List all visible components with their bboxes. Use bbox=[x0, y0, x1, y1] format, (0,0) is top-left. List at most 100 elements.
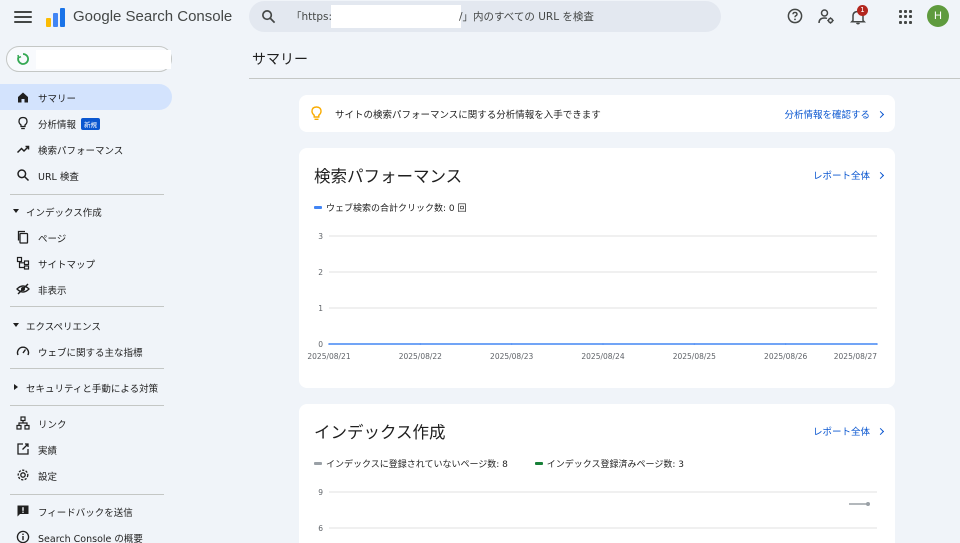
data-point bbox=[419, 343, 422, 345]
indexing-legend: インデックスに登録されていないページ数: 8 インデックス登録済みページ数: 3 bbox=[314, 457, 708, 470]
legend-swatch bbox=[314, 206, 322, 209]
legend-item[interactable]: インデックスに登録されていないページ数: 8 bbox=[314, 457, 508, 470]
legend-item[interactable]: インデックス登録済みページ数: 3 bbox=[534, 457, 684, 470]
sidebar-item-performance[interactable]: 検索パフォーマンス bbox=[0, 136, 172, 162]
sidebar-item-url-inspection[interactable]: URL 検査 bbox=[0, 162, 172, 188]
feedback-icon bbox=[17, 505, 29, 517]
sidebar-item-label: ページ bbox=[38, 234, 67, 245]
section-security[interactable]: セキュリティと手動による対策 bbox=[0, 376, 172, 398]
app-title[interactable]: Google Search Console bbox=[73, 8, 232, 25]
x-tick-label: 2025/08/23 bbox=[490, 352, 533, 361]
sidebar: サマリー 分析情報 新規 検索パフォーマンス URL 検査 インデックス作成 ペー… bbox=[0, 40, 180, 543]
data-point bbox=[602, 343, 604, 345]
sidebar-item-insights[interactable]: 分析情報 新規 bbox=[0, 110, 172, 136]
section-label: セキュリティと手動による対策 bbox=[26, 384, 159, 395]
sidebar-item-removals[interactable]: 非表示 bbox=[0, 276, 172, 302]
sidebar-item-about[interactable]: Search Console の概要 bbox=[0, 524, 172, 543]
sidebar-item-label: 検索パフォーマンス bbox=[38, 146, 124, 157]
caret-right-icon bbox=[14, 384, 18, 390]
lightbulb-icon bbox=[311, 106, 322, 121]
performance-card-title: 検索パフォーマンス bbox=[314, 167, 463, 186]
view-insights-link-label: 分析情報を確認する bbox=[784, 110, 870, 121]
menu-icon[interactable] bbox=[14, 8, 32, 26]
sidebar-item-label: URL 検査 bbox=[38, 172, 79, 183]
sidebar-item-label: サマリー bbox=[38, 94, 77, 105]
sidebar-item-label: Search Console の概要 bbox=[38, 534, 143, 543]
new-badge: 新規 bbox=[81, 118, 101, 130]
sidebar-item-links[interactable]: リンク bbox=[0, 410, 172, 436]
speed-icon bbox=[16, 346, 30, 356]
page-title: サマリー bbox=[252, 52, 308, 68]
redacted-property-name bbox=[36, 50, 171, 69]
search-console-logo[interactable] bbox=[44, 6, 68, 28]
x-tick-label: 2025/08/21 bbox=[307, 352, 350, 361]
indexing-card: インデックス作成 レポート全体 インデックスに登録されていないページ数: 8 イ… bbox=[299, 404, 895, 543]
sidebar-item-core-web-vitals[interactable]: ウェブに関する主な指標 bbox=[0, 338, 172, 364]
manage-accounts-icon[interactable] bbox=[818, 8, 835, 25]
sidebar-item-sitemaps[interactable]: サイトマップ bbox=[0, 250, 172, 276]
avatar[interactable]: H bbox=[927, 5, 949, 27]
section-indexing[interactable]: インデックス作成 bbox=[0, 200, 172, 222]
title-divider bbox=[249, 78, 960, 79]
sidebar-item-label: 実績 bbox=[38, 446, 58, 457]
legend-item[interactable]: ウェブ検索の合計クリック数: 0 回 bbox=[314, 201, 466, 214]
info-icon bbox=[16, 530, 30, 543]
view-insights-link[interactable]: 分析情報を確認する bbox=[784, 107, 885, 121]
x-tick-label: 2025/08/24 bbox=[581, 352, 624, 361]
chevron-right-icon bbox=[876, 427, 885, 436]
achievements-icon bbox=[17, 443, 29, 455]
section-label: インデックス作成 bbox=[26, 208, 102, 219]
sidebar-item-label-wrap: 分析情報 新規 bbox=[38, 117, 101, 131]
sidebar-item-summary[interactable]: サマリー bbox=[0, 84, 172, 110]
x-tick-label: 2025/08/22 bbox=[399, 352, 442, 361]
full-report-link-label: レポート全体 bbox=[812, 171, 870, 182]
indexing-chart: 69 bbox=[318, 488, 877, 533]
sidebar-item-label: リンク bbox=[38, 420, 67, 431]
sitemap-icon bbox=[16, 256, 30, 270]
y-tick-label: 2 bbox=[318, 268, 323, 277]
search-icon[interactable] bbox=[261, 9, 276, 24]
sidebar-item-achievements[interactable]: 実績 bbox=[0, 436, 172, 462]
y-tick-label: 1 bbox=[318, 304, 323, 313]
section-label: エクスペリエンス bbox=[26, 322, 101, 333]
x-tick-label: 2025/08/27 bbox=[834, 352, 877, 361]
apps-grid-icon[interactable] bbox=[899, 10, 913, 24]
section-experience[interactable]: エクスペリエンス bbox=[0, 314, 172, 336]
legend-label: インデックスに登録されていないページ数: 8 bbox=[326, 460, 508, 470]
sidebar-item-label: サイトマップ bbox=[38, 260, 96, 271]
sidebar-divider bbox=[10, 194, 164, 195]
sidebar-divider bbox=[10, 368, 164, 369]
sidebar-item-pages[interactable]: ページ bbox=[0, 224, 172, 250]
data-point bbox=[784, 343, 787, 345]
indexing-full-report-link[interactable]: レポート全体 bbox=[813, 424, 885, 438]
performance-full-report-link[interactable]: レポート全体 bbox=[812, 168, 885, 182]
help-icon[interactable] bbox=[787, 8, 803, 24]
insights-banner-text: サイトの検索パフォーマンスに関する分析情報を入手できます bbox=[335, 110, 601, 121]
sidebar-item-label: フィードバックを送信 bbox=[38, 508, 133, 519]
legend-label: インデックス登録済みページ数: 3 bbox=[546, 460, 684, 470]
y-tick-label: 0 bbox=[318, 340, 323, 349]
links-icon bbox=[16, 416, 30, 430]
sidebar-item-settings[interactable]: 設定 bbox=[0, 462, 172, 488]
search-icon bbox=[17, 169, 30, 182]
data-point bbox=[876, 343, 878, 345]
property-favicon-icon bbox=[17, 53, 29, 65]
data-point bbox=[866, 502, 870, 506]
top-app-bar: Google Search Console 「https:// /」内のすべての… bbox=[0, 0, 960, 34]
sidebar-item-feedback[interactable]: フィードバックを送信 bbox=[0, 498, 172, 524]
indexing-card-title: インデックス作成 bbox=[314, 423, 446, 442]
caret-down-icon bbox=[13, 209, 19, 213]
chevron-right-icon bbox=[876, 110, 885, 119]
insights-banner: サイトの検索パフォーマンスに関する分析情報を入手できます 分析情報を確認する bbox=[299, 95, 895, 132]
sidebar-item-label: 設定 bbox=[38, 472, 58, 483]
sidebar-item-label: 非表示 bbox=[38, 286, 67, 297]
sidebar-divider bbox=[10, 306, 164, 307]
url-inspect-search[interactable]: 「https:// /」内のすべての URL を検査 bbox=[249, 1, 721, 32]
legend-swatch bbox=[314, 462, 322, 465]
caret-down-icon bbox=[13, 323, 19, 327]
pages-icon bbox=[17, 230, 29, 244]
redacted-domain bbox=[331, 5, 461, 28]
x-tick-label: 2025/08/26 bbox=[764, 352, 807, 361]
y-tick-label: 3 bbox=[318, 232, 323, 241]
property-selector[interactable] bbox=[6, 46, 172, 72]
